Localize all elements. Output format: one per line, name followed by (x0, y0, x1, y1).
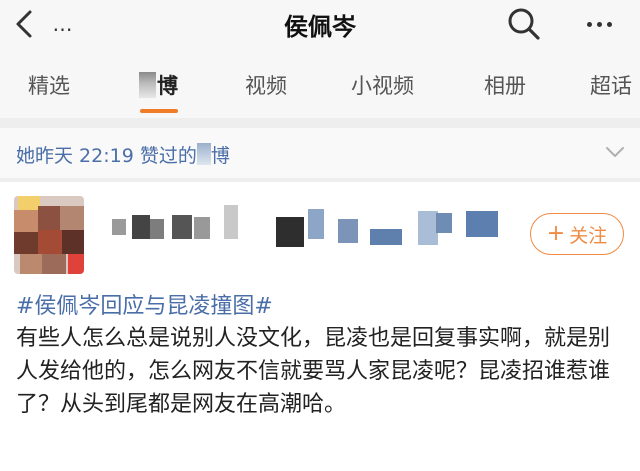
tab-weibo-label: 博 (157, 74, 178, 98)
back-button[interactable] (6, 6, 42, 42)
avatar[interactable] (14, 196, 84, 274)
liked-by-text: 她昨天 22:19 赞过的博 (16, 141, 230, 168)
ellipsis-icon: … (52, 12, 74, 36)
liked-by-prefix: 她昨天 22:19 赞过的 (16, 145, 197, 167)
blurred-glyph (196, 143, 211, 165)
more-options-button-left[interactable]: … (48, 6, 78, 42)
active-tab-indicator (140, 109, 178, 113)
more-options-button[interactable] (576, 4, 622, 44)
page-title: 侯佩岑 (284, 13, 356, 41)
back-arrow-icon (16, 10, 32, 38)
follow-button-label: 关注 (569, 224, 608, 247)
plus-icon: + (546, 221, 566, 246)
liked-by-header[interactable]: 她昨天 22:19 赞过的博 (0, 128, 640, 178)
chevron-down-icon[interactable] (604, 142, 626, 162)
profile-tabs: 精选 博 视频 小视频 相册 超话 (0, 52, 640, 118)
liked-by-suffix: 博 (210, 145, 230, 167)
section-divider (0, 178, 640, 182)
blurred-glyph (139, 72, 156, 98)
section-divider (0, 118, 640, 128)
follow-button[interactable]: + 关注 (530, 213, 624, 255)
tab-short-video[interactable]: 小视频 (351, 70, 414, 100)
tab-weibo[interactable]: 博 (139, 70, 178, 100)
top-nav-bar: … 侯佩岑 (0, 0, 640, 52)
search-icon (508, 8, 540, 40)
tab-super-topic[interactable]: 超话 (590, 70, 632, 100)
post-hashtag-link[interactable]: #侯佩岑回应与昆凌撞图# (16, 288, 273, 320)
username-blurred[interactable] (102, 205, 502, 247)
tab-featured[interactable]: 精选 (28, 70, 70, 100)
tab-video[interactable]: 视频 (245, 70, 287, 100)
more-dots-icon (586, 21, 612, 27)
search-button[interactable] (504, 4, 544, 44)
tab-album[interactable]: 相册 (484, 70, 526, 100)
post-body-text: 有些人怎么总是说别人没文化，昆凌也是回复事实啊，就是别人发给他的，怎么网友不信就… (16, 326, 611, 417)
